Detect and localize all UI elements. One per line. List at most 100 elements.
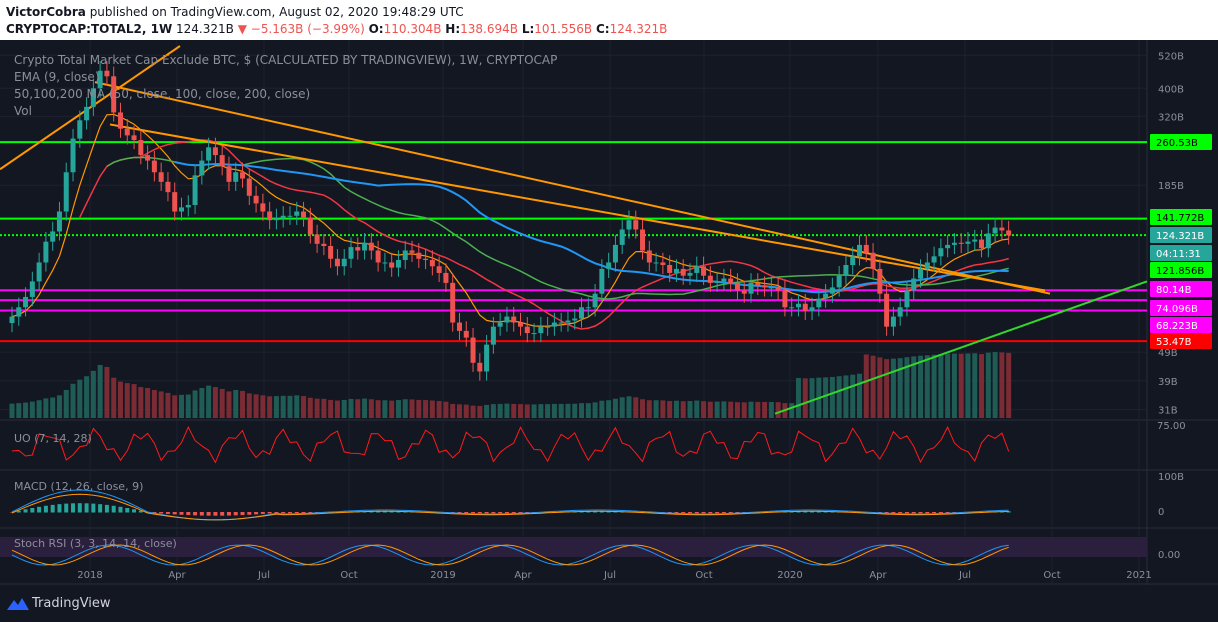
volume-bar [294,395,300,418]
price-tick-label: 49B [1158,348,1178,359]
candle-body [850,256,856,266]
macd-histogram-bar [477,512,482,514]
candle-body [755,282,761,286]
volume-bar [314,398,320,418]
macd-tick-zero: 0 [1158,507,1164,518]
volume-bar [233,389,239,418]
volume-bar [979,354,985,418]
macd-histogram-bar [125,508,130,513]
volume-bar [267,396,273,418]
volume-bar [701,401,707,418]
volume-bar [362,398,368,418]
candle-body [531,333,537,335]
time-tick-label: Apr [514,570,532,581]
candle-body [9,316,15,324]
macd-histogram-bar [701,512,706,514]
macd-histogram-bar [104,504,109,513]
volume-bar [789,403,795,418]
candle-body [518,322,523,327]
candle-body [63,172,69,212]
candle-body [348,247,354,259]
volume-bar [423,400,429,418]
volume-bar [924,355,930,418]
candle-body [490,326,496,345]
price-label: 74.096B [1156,304,1198,315]
candle-body [117,112,123,129]
time-tick-label: 2020 [777,570,802,581]
volume-bar [436,401,442,418]
volume-bar [158,391,164,418]
macd-histogram-bar [50,504,55,513]
candle-body [924,262,930,269]
volume-bar [389,400,395,418]
candle-body [402,250,408,260]
macd-histogram-bar [193,512,198,516]
volume-bar [470,405,476,418]
candle-body [240,172,246,179]
candle-body [294,211,300,216]
volume-bar [653,400,659,418]
volume-bar [179,394,184,418]
volume-bar [63,389,69,418]
candle-body [972,239,978,242]
volume-bar [395,400,401,418]
candle-body [789,307,795,309]
volume-bar [762,401,768,418]
volume-bar [321,398,327,418]
macd-histogram-bar [247,512,252,515]
candle-body [741,290,747,294]
candle-body [70,138,76,173]
uo-legend: UO (7, 14, 28) [14,432,92,445]
candle-body [463,330,469,338]
macd-histogram-bar [57,504,62,513]
volume-bar [673,400,679,418]
candle-body [307,217,313,235]
volume-bar [348,398,354,418]
candle-body [443,272,449,283]
candle-body [999,227,1005,231]
macd-tick-top: 100B [1158,472,1184,483]
volume-bar [755,401,761,418]
candle-body [429,259,435,267]
high-value: 138.694B [460,22,518,36]
price-chart[interactable]: 520B 400B 320B 185B 49B 39B 31B 260.53B 141.772B… [0,40,1218,585]
author-name[interactable]: VictorCobra [6,5,86,19]
volume-bar [511,403,517,418]
macd-histogram-bar [904,512,909,514]
candle-body [246,178,252,196]
candle-body [660,262,666,266]
volume-bar [972,353,978,418]
volume-bar [857,373,862,418]
macd-histogram-bar [111,505,116,513]
open-value: 110.304B [383,22,442,36]
low-value: 101.556B [534,22,593,36]
candle-body [558,322,564,324]
volume-bar [477,405,483,418]
candle-body [104,70,110,77]
macd-histogram-bar [226,512,231,516]
price-change: ▼ −5.163B (−3.99%) [237,22,365,36]
last-price: 124.321B [176,22,234,36]
ema-legend: EMA (9, close) [14,70,100,84]
candle-body [782,290,788,308]
tradingview-brand[interactable]: TradingView [32,596,111,611]
macd-histogram-bar [84,503,89,513]
tradingview-logo-icon[interactable] [7,596,29,612]
volume-bar [206,385,212,418]
volume-bar [226,391,232,418]
candle-body [477,362,483,372]
close-value: 124.321B [609,22,668,36]
macd-histogram-bar [199,512,204,516]
macd-histogram-bar [708,512,713,514]
candle-body [267,211,273,221]
uo-tick: 75.00 [1157,421,1186,432]
macd-histogram-bar [91,503,96,513]
candle-body [389,262,395,268]
volume-bar [524,404,530,418]
price-tick-label: 400B [1158,84,1184,95]
volume-bar [714,401,720,418]
volume-bar [985,352,991,418]
volume-bar [626,396,632,418]
candle-body [694,266,700,273]
volume-bar [938,354,944,418]
